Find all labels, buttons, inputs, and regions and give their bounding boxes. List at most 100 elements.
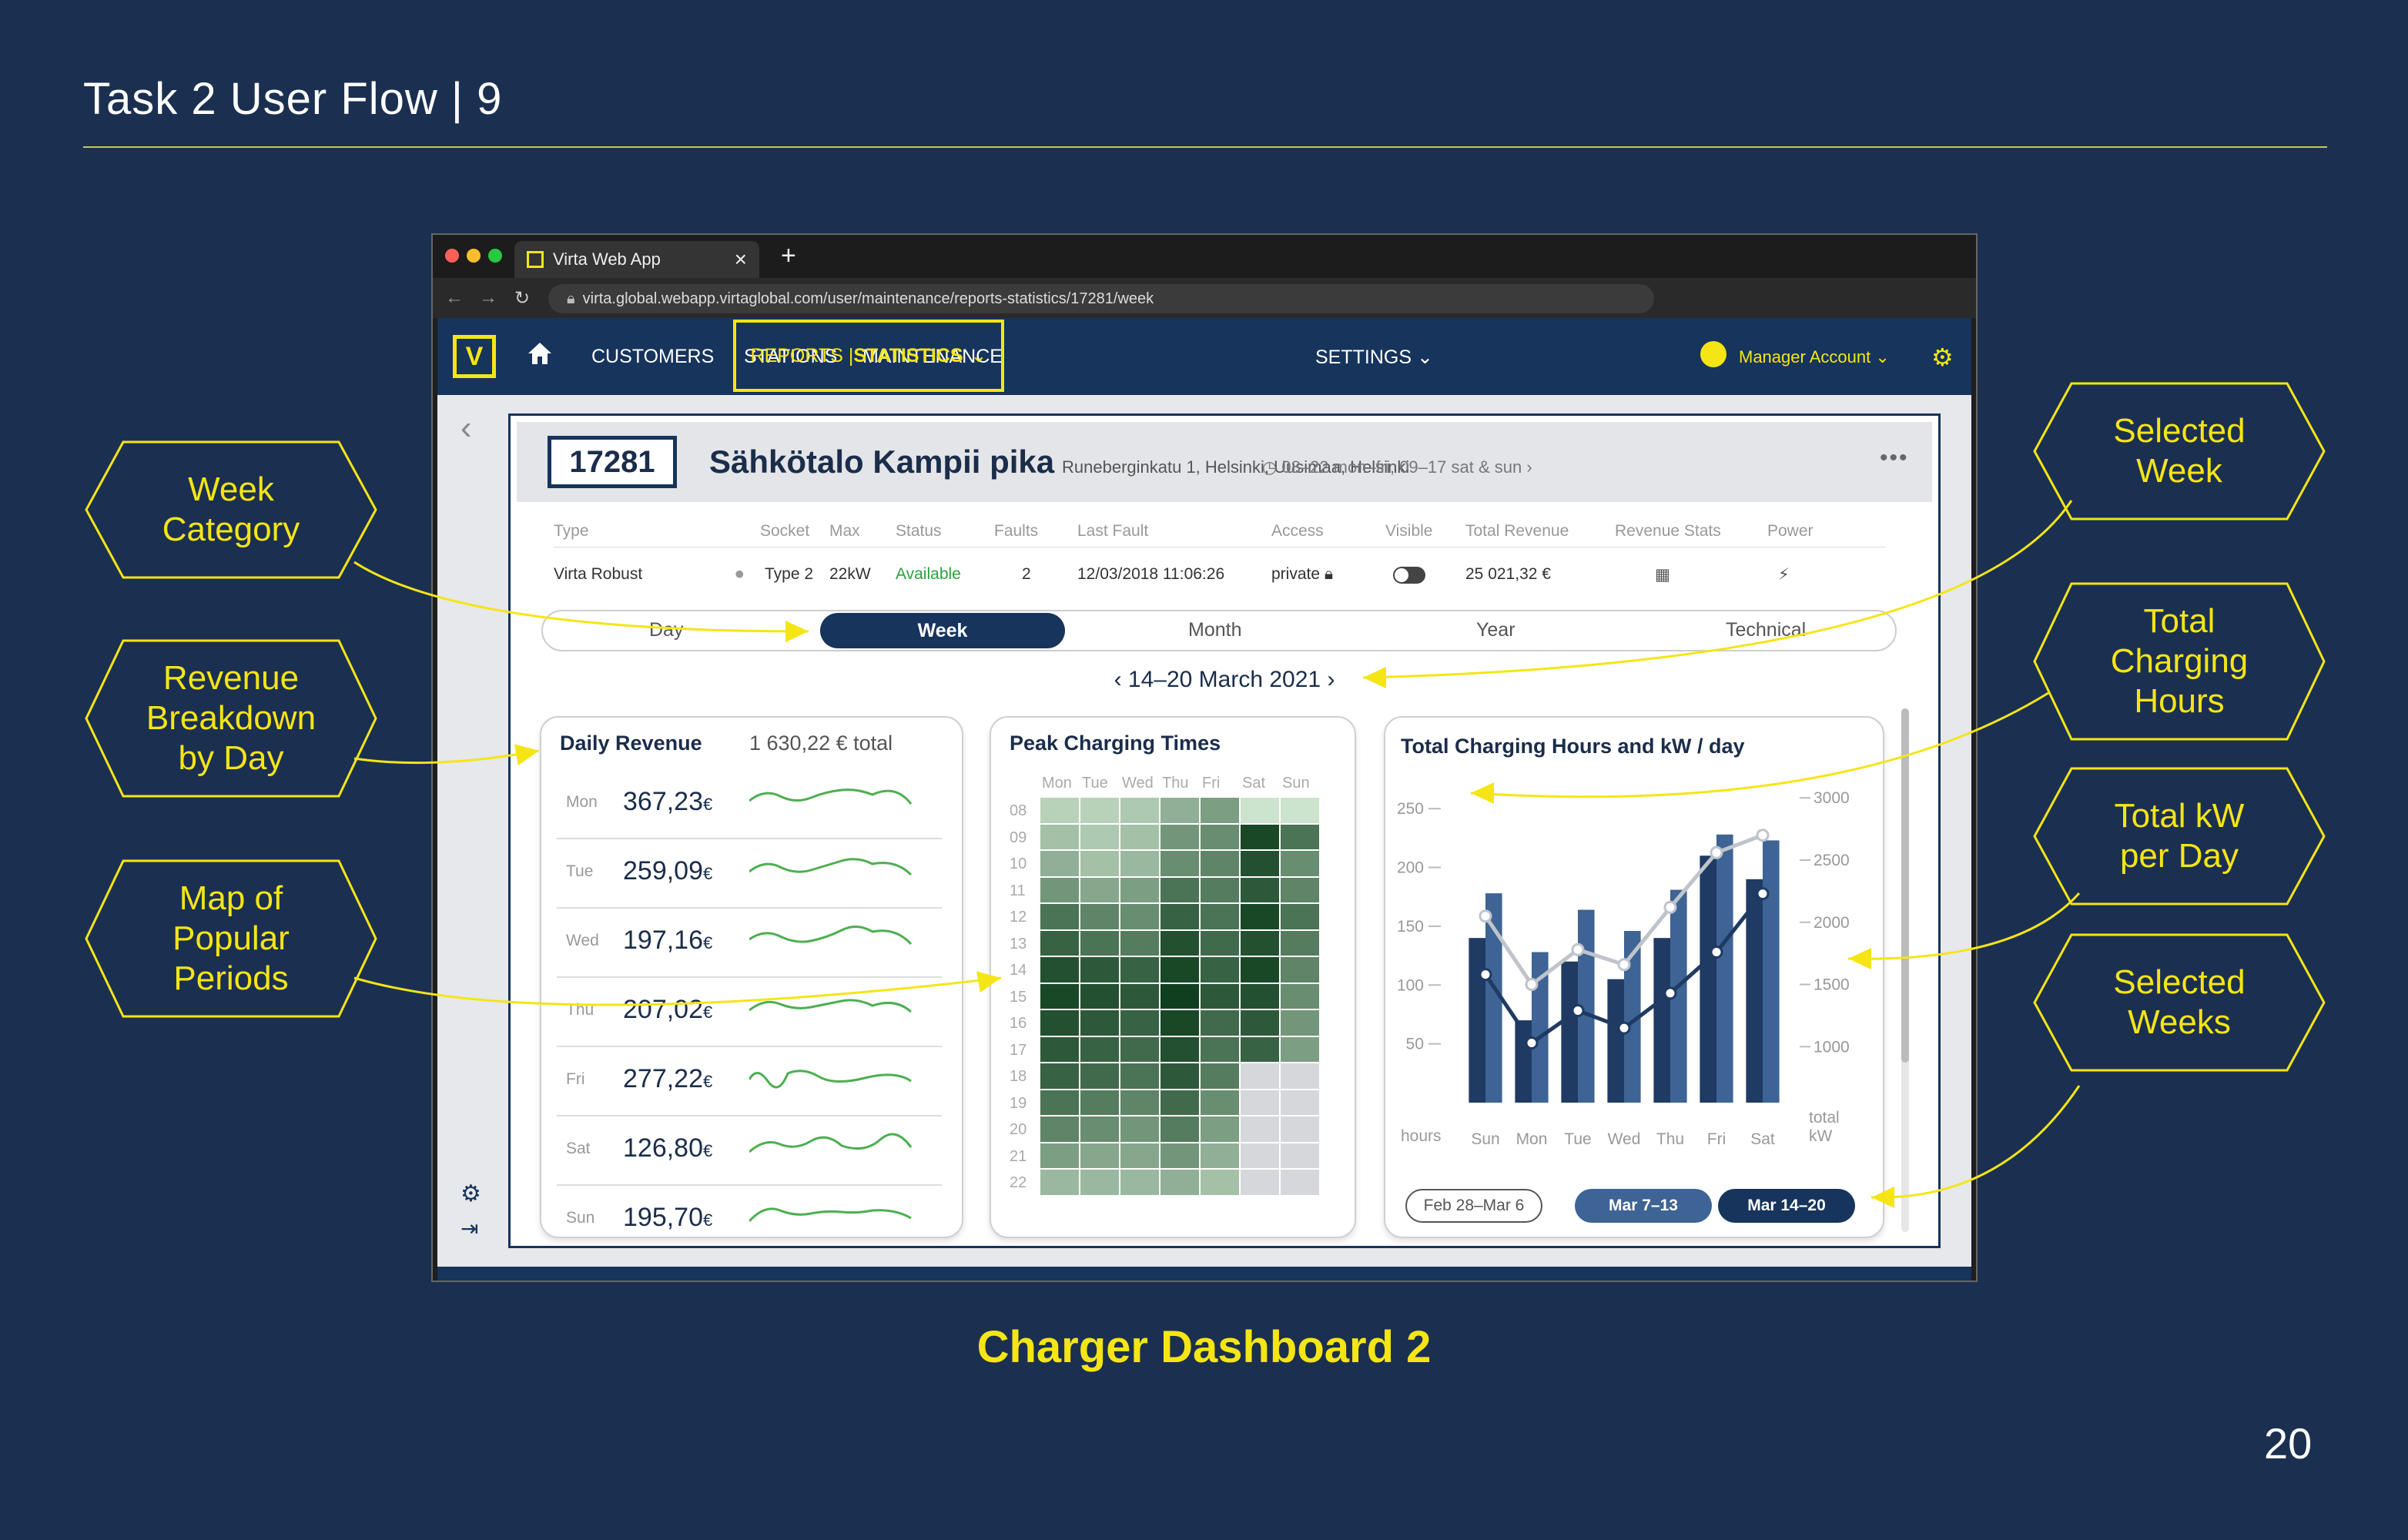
content-area: ‹ ⚙ ⇥ 17281 Sähkötalo Kampii pika Runebe… <box>437 395 1971 1273</box>
visible-toggle[interactable] <box>1393 567 1425 584</box>
next-week-icon[interactable]: › <box>1327 667 1335 692</box>
slide-title: Task 2 User Flow | 9 <box>83 74 503 124</box>
bar-chart-icon[interactable]: ▦ <box>1655 565 1670 584</box>
heatmap-cell <box>1241 798 1279 823</box>
opening-hours[interactable]: ◷ 08–22 mon–fri, 09–17 sat & sun › <box>1262 457 1532 477</box>
week-chip[interactable]: Mar 14–20 <box>1718 1189 1855 1223</box>
heatmap-cell <box>1120 957 1159 983</box>
kw-point <box>1663 900 1677 914</box>
sparkline-path <box>749 999 913 1013</box>
tab-week-selected[interactable]: Week <box>820 613 1065 648</box>
gear-icon[interactable]: ⚙ <box>1931 343 1954 372</box>
tab-day[interactable]: Day <box>649 619 683 641</box>
heatmap-cell <box>1201 1063 1239 1089</box>
nav-settings-label: SETTINGS <box>1315 346 1412 368</box>
callout-label: Selected Week <box>2113 412 2246 490</box>
kw-point <box>1617 958 1631 972</box>
heatmap-cell <box>1080 1036 1119 1062</box>
url-input[interactable]: 🔒︎ virta.global.webapp.virtaglobal.com/u… <box>548 284 1654 313</box>
revenue-amount: 367,23 <box>623 787 703 816</box>
settings-icon[interactable]: ⚙ <box>461 1180 481 1207</box>
heatmap-hour-label: 12 <box>1010 909 1027 926</box>
forward-icon[interactable]: → <box>479 287 497 309</box>
tab-technical[interactable]: Technical <box>1726 619 1806 641</box>
cell-type: Virta Robust <box>554 565 643 583</box>
maximize-window-button[interactable] <box>488 249 502 263</box>
back-chevron-icon[interactable]: ‹ <box>461 409 472 447</box>
kw-point <box>1479 909 1492 923</box>
minimize-window-button[interactable] <box>467 249 481 263</box>
station-header: 17281 Sähkötalo Kampii pika Runeberginka… <box>517 422 1932 502</box>
browser-window: Virta Web App × + ← → ↻ 🔒︎ virta.global.… <box>431 233 1978 1282</box>
new-tab-icon[interactable]: + <box>781 241 796 271</box>
date-range-text: 14–20 March 2021 <box>1127 667 1321 692</box>
heatmap-cell <box>1160 1143 1199 1168</box>
heatmap-cell <box>1120 1116 1159 1142</box>
combo-chart: 50 100 150 200 250 1000 1500 2000 2500 3000 hours t… <box>1397 789 1850 1148</box>
cell-status: Available <box>896 565 961 583</box>
heatmap-cell <box>1080 983 1119 1009</box>
cell-access: private 🔒︎ <box>1271 565 1333 584</box>
close-window-button[interactable] <box>445 249 459 263</box>
heatmap-cell <box>1160 851 1199 876</box>
heatmap-cell <box>1080 1170 1119 1195</box>
kw-point <box>1525 978 1539 992</box>
heatmap-cell <box>1120 851 1159 876</box>
header-total-revenue: Total Revenue <box>1465 522 1569 540</box>
revenue-row: Sun 195,70€ <box>557 1186 942 1255</box>
avatar[interactable] <box>1700 341 1726 367</box>
nav-reports-statistics[interactable]: REPORTS | STATISTICS ⌄ <box>733 320 1004 392</box>
x-tick-label: Sat <box>1750 1130 1775 1148</box>
y-tick-label: 250 <box>1397 800 1424 818</box>
revenue-sparkline <box>749 1070 912 1089</box>
heatmap-cell <box>1040 1063 1079 1089</box>
peak-charging-card: Peak Charging Times Mon Tue Wed Thu Fri Sat Su… <box>990 716 1356 1238</box>
account-menu[interactable]: Manager Account ⌄ <box>1739 347 1890 367</box>
tab-year[interactable]: Year <box>1476 619 1515 641</box>
prev-week-icon[interactable]: ‹ <box>1114 667 1122 692</box>
reload-icon[interactable]: ↻ <box>514 287 530 310</box>
scrollbar[interactable] <box>1901 708 1909 1232</box>
y2-axis-label: total <box>1809 1109 1840 1127</box>
heatmap-cell <box>1160 1116 1199 1142</box>
week-chip[interactable]: Feb 28–Mar 6 <box>1405 1189 1542 1223</box>
heatmap-cell <box>1160 824 1199 849</box>
revenue-unit: € <box>703 1003 713 1022</box>
close-tab-icon[interactable]: × <box>735 247 747 272</box>
home-icon[interactable] <box>527 341 553 370</box>
heatmap-cell <box>1080 1063 1119 1089</box>
nav-customers[interactable]: CUSTOMERS <box>591 346 714 368</box>
logout-icon[interactable]: ⇥ <box>461 1216 478 1241</box>
hours-bar <box>1653 938 1670 1103</box>
bottom-bar <box>437 1267 1971 1281</box>
heatmap-cell <box>1120 1063 1159 1089</box>
heatmap-cell <box>1281 1143 1319 1168</box>
favicon-icon <box>527 251 544 268</box>
nav-settings[interactable]: SETTINGS ⌄ <box>1315 346 1433 369</box>
tab-month[interactable]: Month <box>1188 619 1241 641</box>
sparkline-path <box>749 926 913 946</box>
daily-revenue-title: Daily Revenue <box>560 732 702 755</box>
heatmap-cell <box>1120 1010 1159 1036</box>
heatmap-cell <box>1201 824 1239 849</box>
browser-tab[interactable]: Virta Web App × <box>514 241 759 278</box>
back-icon[interactable]: ← <box>445 287 464 309</box>
hours-point <box>1479 968 1492 982</box>
virta-logo[interactable]: V <box>453 335 496 378</box>
revenue-amount: 195,70 <box>623 1203 703 1232</box>
heatmap-cell <box>1281 851 1319 876</box>
heatmap-cell <box>1120 1170 1159 1195</box>
heatmap-cell <box>1080 1143 1119 1168</box>
more-options-icon[interactable]: ••• <box>1880 445 1909 471</box>
revenue-unit: € <box>703 1210 713 1230</box>
heatmap-cell <box>1281 983 1319 1009</box>
y2-tick-label: 2000 <box>1814 914 1850 932</box>
heatmap-cell <box>1160 1036 1199 1062</box>
heatmap-cell <box>1281 1090 1319 1115</box>
week-chip[interactable]: Mar 7–13 <box>1575 1189 1712 1223</box>
x-tick-label: Mon <box>1516 1130 1548 1148</box>
charging-hours-card: Total Charging Hours and kW / day 50 100 1… <box>1384 716 1884 1238</box>
nav-reports-label: REPORTS | <box>750 344 854 367</box>
revenue-day: Mon <box>566 793 598 811</box>
x-tick-label: Thu <box>1656 1130 1684 1148</box>
